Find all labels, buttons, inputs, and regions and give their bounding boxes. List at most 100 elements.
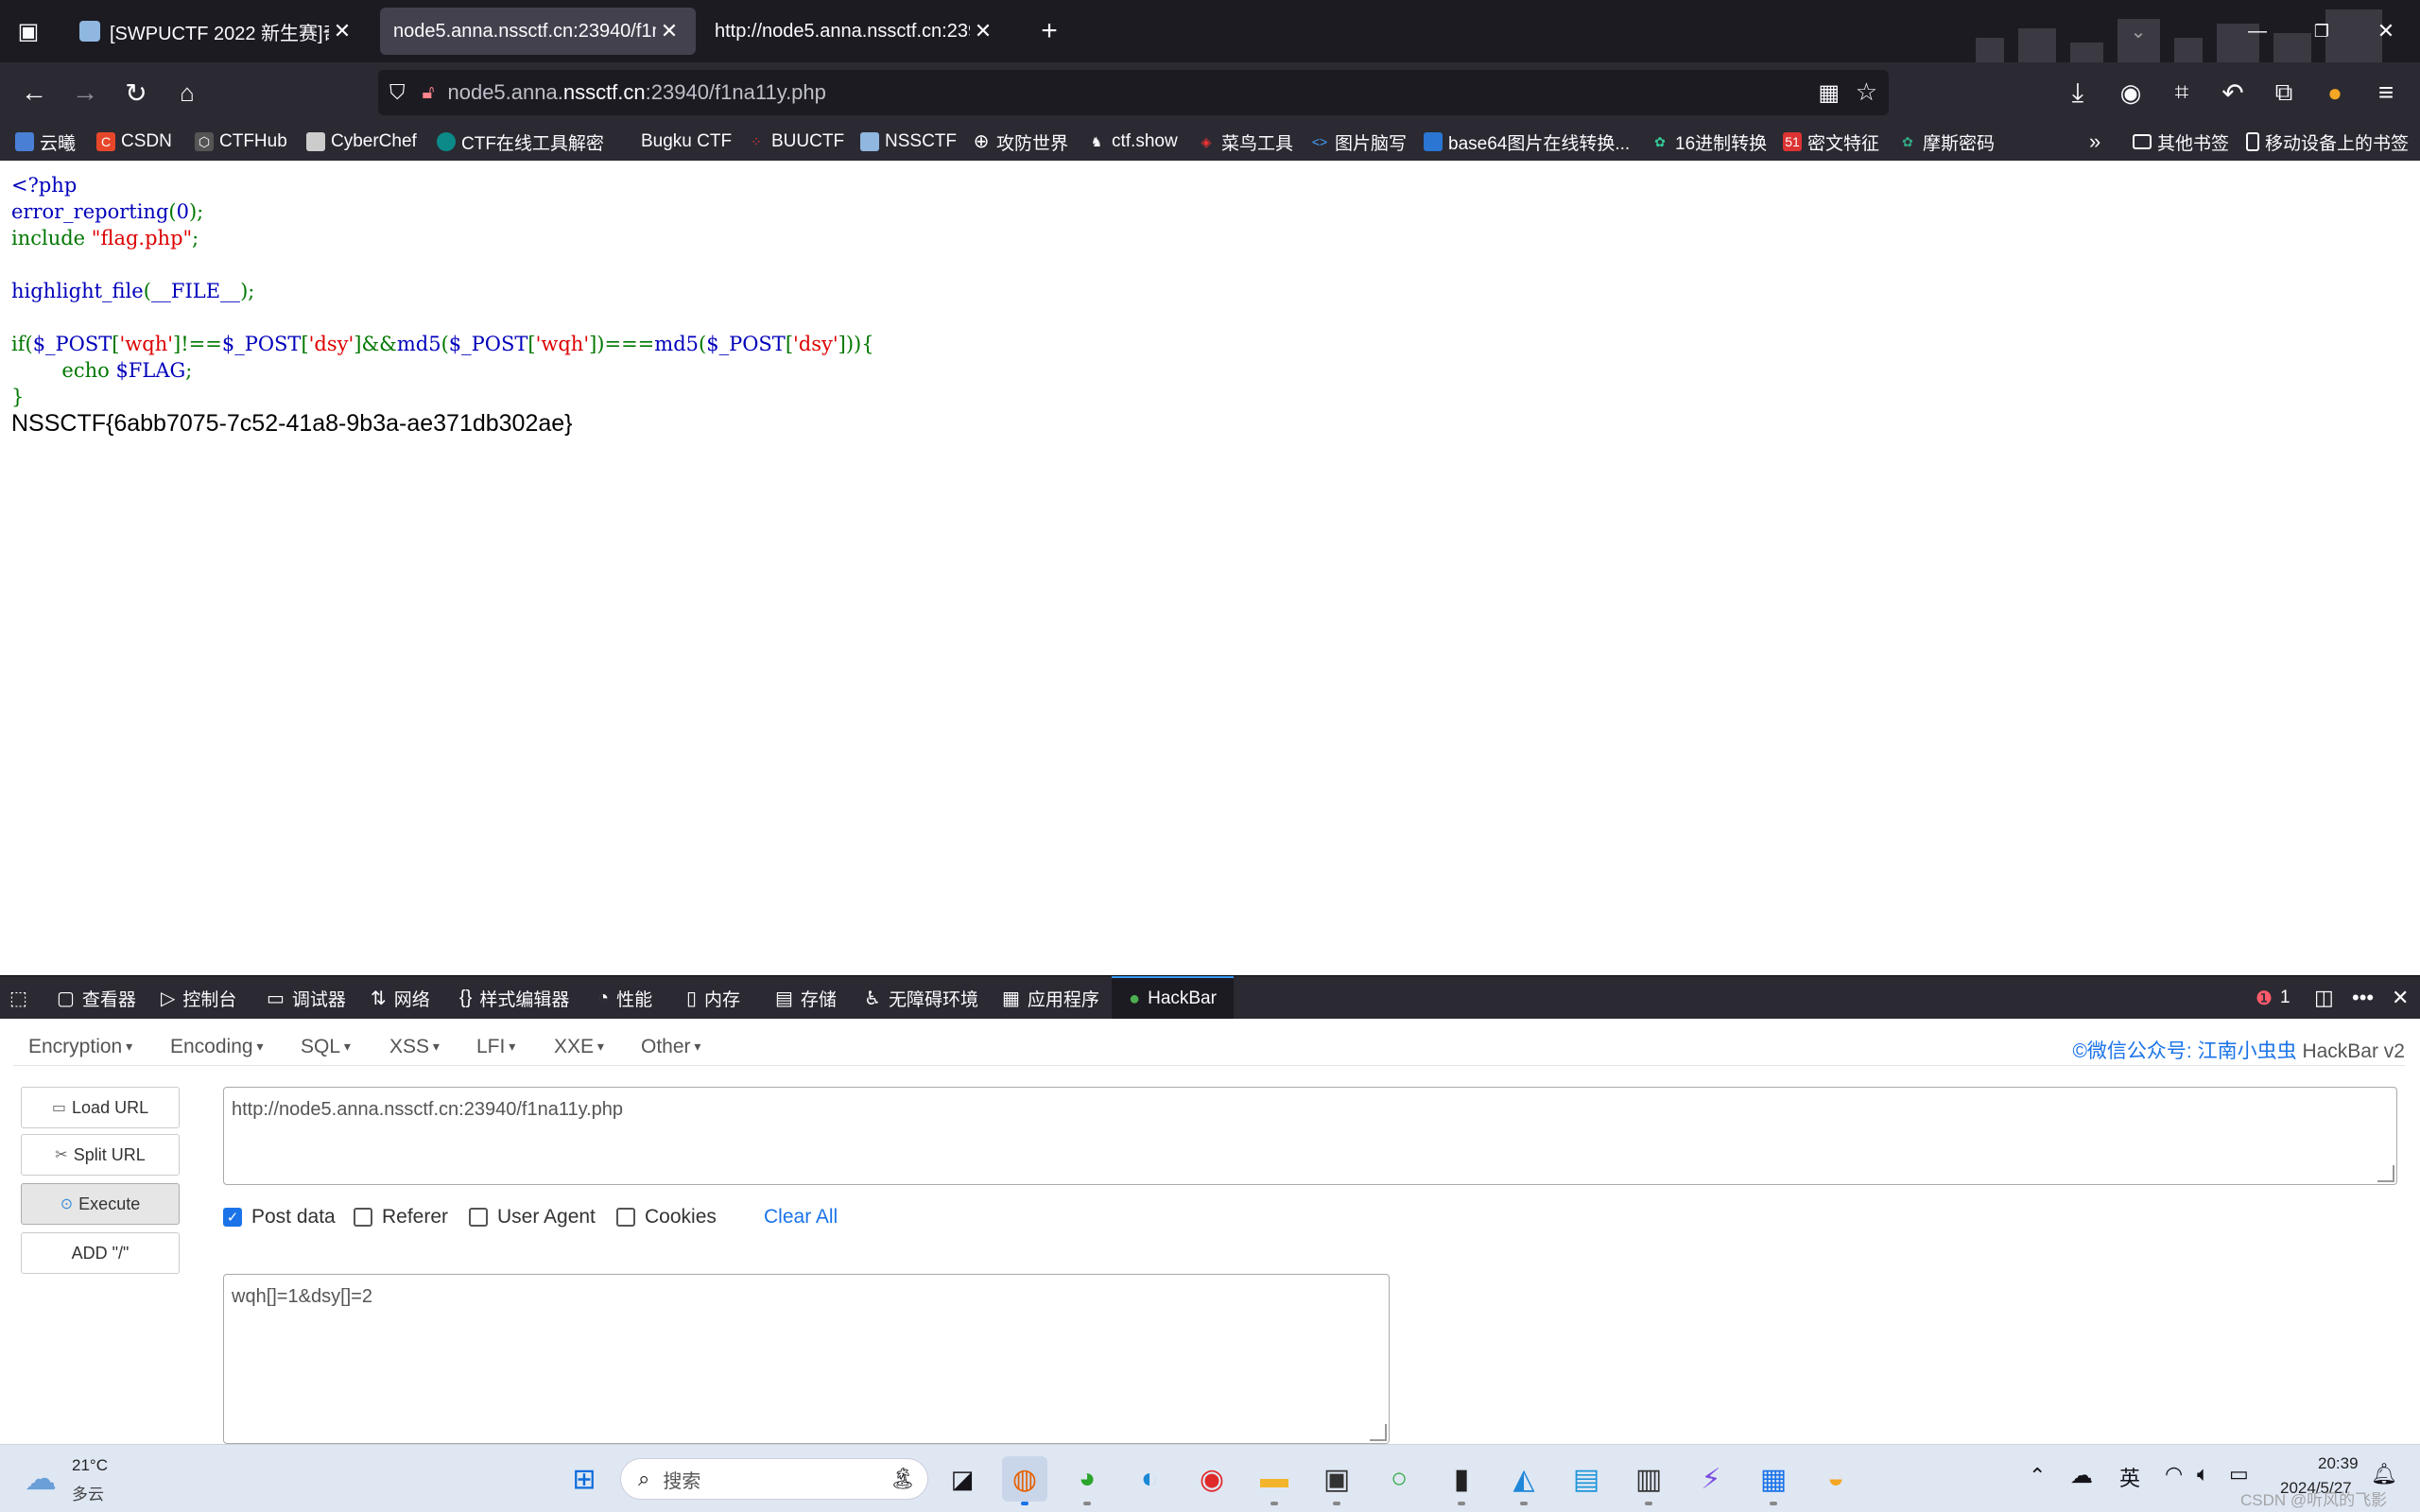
back-icon[interactable]: ← [15,74,53,112]
bookmark-image-stego[interactable]: <> 图片脑写 [1310,129,1407,155]
referer-checkbox[interactable]: Referer [354,1206,448,1228]
url-bar[interactable]: ⛉ 🔓︎ node5.anna. nssctf.cn:23940/f1na11y.… [378,70,1889,115]
task-view-icon[interactable]: ◪ [940,1456,985,1502]
menu-encoding[interactable]: Encoding [170,1036,264,1058]
tab-style-editor[interactable]: {} 样式编辑器 [459,976,569,1020]
shield-icon[interactable]: ⛉ [389,80,406,105]
tab-list-icon[interactable]: ▣ [9,12,47,50]
bookmark-ctfshow[interactable]: ♞ ctf.show [1087,129,1178,155]
windows-start-icon[interactable]: ⊞ [562,1456,607,1502]
error-count-badge[interactable]: ❶1 [2256,976,2290,1020]
dock-icon[interactable]: ◫ [2314,976,2334,1020]
downloads-icon[interactable]: ⤓ [2059,74,2097,112]
edge-icon[interactable]: ◐ [1127,1456,1172,1502]
bookmark-runoob[interactable]: ◈ 菜鸟工具 [1197,129,1293,155]
tab-hackbar[interactable]: ● HackBar [1112,976,1234,1020]
clock-time[interactable]: 20:39 [2318,1454,2359,1473]
volume-icon[interactable]: 🔈︎ [2197,1462,2209,1486]
netease-music-icon[interactable]: ◉ [1189,1456,1235,1502]
extensions-icon[interactable]: ⧉ [2265,74,2303,112]
user-agent-checkbox[interactable]: User Agent [469,1206,596,1228]
split-url-button[interactable]: ✂ Split URL [21,1134,180,1176]
bookmark-ctfhub[interactable]: ⬡ CTFHub [195,129,287,155]
clear-all-link[interactable]: Clear All [764,1206,838,1228]
menu-xxe[interactable]: XXE [554,1036,604,1058]
bookmark-yunxi[interactable]: 云曦 [15,129,76,155]
undo-icon[interactable]: ↶ [2214,74,2252,112]
close-window-icon[interactable]: ✕ [2367,12,2405,50]
bookmark-hex[interactable]: ✿ 16进制转换 [1651,129,1767,155]
tab-f1na11y[interactable]: node5.anna.nssctf.cn:23940/f1na ✕ [380,8,696,55]
bookmark-buuctf[interactable]: ⁘ BUUCTF [747,129,844,155]
menu-encryption[interactable]: Encryption [28,1036,132,1058]
minimize-icon[interactable]: — [2238,12,2276,50]
close-tab-icon[interactable]: ✕ [656,19,683,43]
bookmark-cipher-features[interactable]: 51 密文特征 [1783,129,1879,155]
notepad-icon[interactable]: ▦ [1751,1456,1796,1505]
tab-memory[interactable]: ▯ 内存 [686,976,740,1020]
onedrive-cloud-icon[interactable]: ☁ [2070,1462,2093,1489]
tab-storage[interactable]: ▤ 存储 [775,976,837,1020]
tab-performance[interactable]: ◔ 性能 [597,976,652,1020]
qr-code-icon[interactable]: ▦ [1818,79,1840,107]
load-url-button[interactable]: ▭ Load URL [21,1087,180,1128]
virtualbox-icon[interactable]: ▤ [1564,1456,1609,1502]
tab-network[interactable]: ⇅ 网络 [371,976,430,1020]
menu-sql[interactable]: SQL [301,1036,351,1058]
tab-inspector[interactable]: ▢ 查看器 [57,976,136,1020]
tab-debugger[interactable]: ▭ 调试器 [267,976,346,1020]
bookmark-nssctf[interactable]: NSSCTF [860,129,957,155]
bookmark-base64-image[interactable]: base64图片在线转换... [1424,129,1630,155]
bookmark-bugku[interactable]: Bugku CTF [616,129,732,155]
close-tab-icon[interactable]: ✕ [329,19,355,43]
more-bookmarks-icon[interactable]: » [2089,129,2100,155]
file-explorer-icon[interactable]: ▬ [1252,1456,1297,1505]
tab-accessibility[interactable]: ♿︎ 无障碍环境 [864,976,978,1020]
execute-button[interactable]: ⊙ Execute [21,1183,180,1225]
mobile-bookmarks[interactable]: 移动设备上的书签 [2246,129,2409,155]
bookmark-morse[interactable]: ✿ 摩斯密码 [1898,129,1995,155]
resize-grip-icon[interactable] [2377,1165,2394,1182]
wifi-icon[interactable]: ◠ [2165,1462,2183,1486]
app-ring-icon[interactable]: ○ [1376,1456,1422,1502]
menu-xss[interactable]: XSS [389,1036,440,1058]
bookmark-csdn[interactable]: C CSDN [96,129,172,155]
tab-application[interactable]: ▦ 应用程序 [1002,976,1099,1020]
element-picker-icon[interactable]: ⬚ [9,976,35,1020]
tab-swpuctf[interactable]: [SWPUCTF 2022 新生赛]奇妙的 ✕ [66,8,369,55]
url-textarea[interactable]: http://node5.anna.nssctf.cn:23940/f1na11… [223,1087,2397,1185]
reload-icon[interactable]: ↻ [117,74,155,112]
more-options-icon[interactable]: ••• [2352,976,2374,1020]
home-icon[interactable]: ⌂ [168,74,206,112]
tab-http[interactable]: http://node5.anna.nssctf.cn:2394 ✕ [701,8,1010,55]
terminal-icon[interactable]: ▮ [1439,1456,1484,1505]
credit-link[interactable]: ©微信公众号: 江南小虫虫 [2072,1040,2296,1062]
restore-icon[interactable]: ❐ [2303,12,2341,50]
vscode-icon[interactable]: ◭ [1501,1456,1547,1505]
bookmark-adworld[interactable]: ⊕ 攻防世界 [972,129,1068,155]
other-bookmarks[interactable]: 其他书签 [2133,129,2229,155]
cookies-checkbox[interactable]: Cookies [616,1206,717,1228]
bookmark-cyberchef[interactable]: CyberChef [306,129,417,155]
remote-desktop-icon[interactable]: ▣ [1314,1456,1359,1505]
app-orange-icon[interactable]: ◒ [1813,1456,1858,1502]
post-data-checkbox[interactable]: ✓ Post data [223,1206,336,1228]
post-data-textarea[interactable]: wqh[]=1&dsy[]=2 [223,1274,1390,1444]
resize-grip-icon[interactable] [1370,1424,1387,1441]
menu-lfi[interactable]: LFI [476,1036,515,1058]
forward-icon[interactable]: → [66,74,104,112]
weather-cloud-icon[interactable]: ☁ [25,1460,57,1498]
insecure-lock-icon[interactable]: 🔓︎ [423,82,435,104]
firefox-icon[interactable]: ◍ [1002,1456,1047,1505]
bolt-icon[interactable]: ⚡︎ [1688,1456,1734,1502]
menu-icon[interactable]: ≡ [2367,74,2405,112]
screenshot-icon[interactable]: ⌗ [2163,74,2201,112]
chevron-up-icon[interactable]: ⌃ [2029,1464,2046,1488]
menu-other[interactable]: Other [641,1036,700,1058]
wechat-icon[interactable]: ◕ [1064,1456,1110,1505]
add-slash-button[interactable]: ADD "/" [21,1232,180,1274]
account-icon[interactable]: ◉ [2112,74,2150,112]
close-tab-icon[interactable]: ✕ [970,19,996,43]
profile-avatar-icon[interactable]: ● [2316,74,2354,112]
bookmark-ctf-tools[interactable]: CTF在线工具解密 [437,129,604,155]
